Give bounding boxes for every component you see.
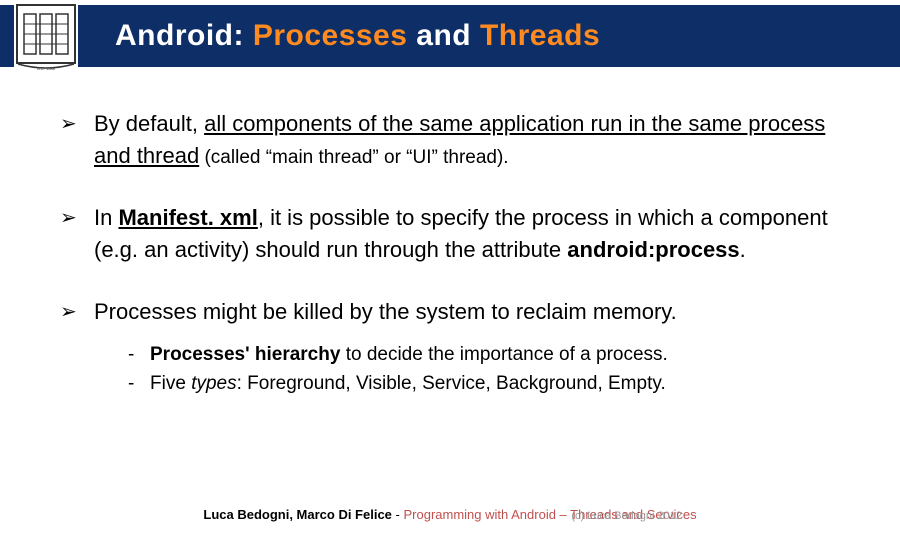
text: By default, [94, 111, 204, 136]
text-italic: types [191, 373, 236, 394]
svg-text:A.D. 1088: A.D. 1088 [37, 66, 56, 71]
title-bar: Android: Processes and Threads [0, 5, 900, 67]
dash-icon: - [128, 370, 150, 399]
text-small: (called “main thread” or “UI” thread). [199, 147, 508, 168]
title-text-mid: and [407, 19, 480, 52]
text: to decide the importance of a process. [340, 344, 667, 365]
seal-icon: A.D. 1088 [16, 4, 76, 72]
slide-title: Android: Processes and Threads [115, 19, 600, 53]
text: : Foreground, Visible, Service, Backgrou… [237, 373, 666, 394]
footer-copyright-overlay: (c) Luca Bedogni 2012 [571, 510, 682, 522]
text: In [94, 205, 118, 230]
bullet-arrow-icon: ➢ [60, 202, 94, 266]
text: . [740, 237, 746, 262]
bullet-arrow-icon: ➢ [60, 296, 94, 399]
text: Processes might be killed by the system … [94, 299, 677, 324]
bullet-text: Processes might be killed by the system … [94, 296, 860, 399]
bullet-item-3: ➢ Processes might be killed by the syste… [60, 296, 860, 399]
title-highlight-2: Threads [480, 19, 600, 52]
text-bold: Processes' hierarchy [150, 344, 340, 365]
bullet-item-2: ➢ In Manifest. xml, it is possible to sp… [60, 202, 860, 266]
footer-authors: Luca Bedogni, Marco Di Felice [203, 507, 392, 522]
bullet-arrow-icon: ➢ [60, 108, 94, 172]
slide-body: ➢ By default, all components of the same… [60, 108, 860, 398]
dash-icon: - [128, 341, 150, 370]
sub-bullets: - Processes' hierarchy to decide the imp… [128, 341, 860, 398]
slide-footer: Luca Bedogni, Marco Di Felice - Programm… [0, 507, 900, 522]
footer-separator: - [392, 507, 404, 522]
sub-bullet-1: - Processes' hierarchy to decide the imp… [128, 341, 860, 370]
title-text-prefix: Android: [115, 19, 253, 52]
university-seal-logo: A.D. 1088 [14, 2, 78, 74]
sub-bullet-2: - Five types: Foreground, Visible, Servi… [128, 370, 860, 399]
bullet-text: In Manifest. xml, it is possible to spec… [94, 202, 860, 266]
bullet-item-1: ➢ By default, all components of the same… [60, 108, 860, 172]
text-bold: android:process [567, 237, 739, 262]
text: Five [150, 373, 191, 394]
text-bold-underlined: Manifest. xml [118, 205, 257, 230]
title-highlight-1: Processes [253, 19, 408, 52]
bullet-text: By default, all components of the same a… [94, 108, 860, 172]
